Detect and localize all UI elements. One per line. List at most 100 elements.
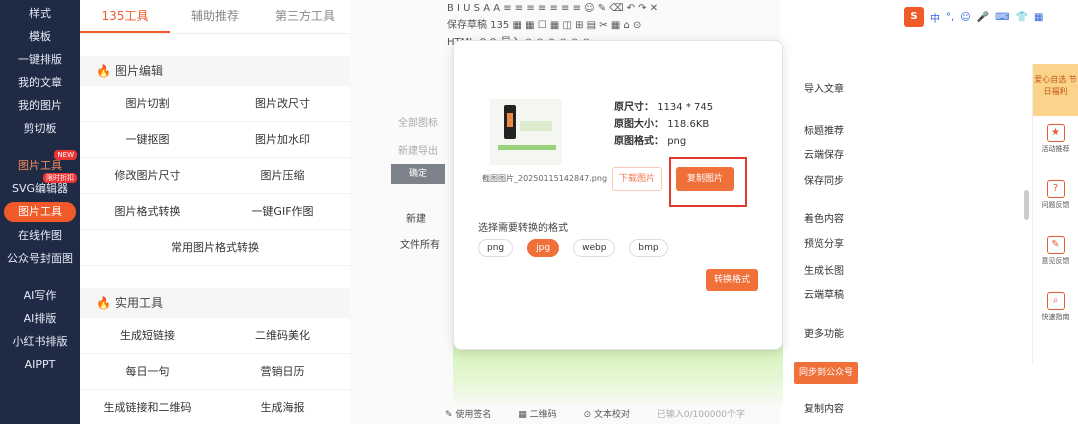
tool-common-convert[interactable]: 常用图片格式转换 <box>80 230 350 266</box>
tool-daily-quote[interactable]: 每日一句 <box>80 354 215 390</box>
sidebar-item-ai-writing[interactable]: AI写作 <box>0 284 80 307</box>
tool-gif[interactable]: 一键GIF作图 <box>215 194 350 230</box>
float-guide[interactable]: ⌕ 快速指南 <box>1033 284 1078 340</box>
sync-wechat-button[interactable]: 同步到公众号 <box>794 362 858 384</box>
convert-format-button[interactable]: 转换格式 <box>706 269 758 291</box>
float-opinion[interactable]: ✎ 意见反馈 <box>1033 228 1078 284</box>
editor-statusbar: ✎ 使用签名 ▦ 二维码 ⊙ 文本校对 已输入0/100000个字 <box>445 406 785 424</box>
cloud-draft-link[interactable]: 云端草稿 <box>804 286 844 301</box>
floating-panel: 爱心自选 节日福利 ★ 活动推荐 ? 问题反馈 ✎ 意见反馈 ⌕ 快速指南 <box>1032 64 1078 364</box>
sidebar-item-style[interactable]: 样式 <box>0 2 80 25</box>
search-icon: ⌕ <box>1046 292 1065 310</box>
highlight-box <box>669 157 747 207</box>
ime-voice-icon[interactable]: 🎤 <box>977 12 989 23</box>
new-badge: NEW <box>54 150 77 160</box>
ime-emoji-icon[interactable]: ☺ <box>960 12 970 23</box>
sidebar-item-my-articles[interactable]: 我的文章 <box>0 71 80 94</box>
ime-chinese-icon[interactable]: 中 <box>930 10 940 25</box>
side-label-files: 文件所有 <box>400 240 440 251</box>
tool-poster[interactable]: 生成海报 <box>215 390 350 424</box>
save-sync-link[interactable]: 保存同步 <box>804 172 844 187</box>
image-thumbnail <box>490 99 562 165</box>
original-format: png <box>667 136 687 147</box>
long-image-link[interactable]: 生成长图 <box>804 262 844 277</box>
sogou-logo-icon[interactable]: S <box>904 7 924 27</box>
format-option-png[interactable]: png <box>478 239 514 257</box>
tool-marketing-calendar[interactable]: 营销日历 <box>215 354 350 390</box>
sidebar-item-xiaohongshu[interactable]: 小红书排版 <box>0 330 80 353</box>
sidebar-item-template[interactable]: 模板 <box>0 25 80 48</box>
tool-link-qr[interactable]: 生成链接和二维码 <box>80 390 215 424</box>
tool-short-link[interactable]: 生成短链接 <box>80 318 215 354</box>
side-label-new: 新建 <box>406 214 426 225</box>
confirm-button[interactable]: 确定 <box>391 164 445 184</box>
toolbar-row-insert[interactable]: 保存草稿 135 ▦ ▦ ☐ ▦ ◫ ⊞ ▤ ✂ ▦ ⌂ ⊙ <box>445 17 780 34</box>
tool-qr-beautify[interactable]: 二维码美化 <box>215 318 350 354</box>
char-count: 已输入0/100000个字 <box>656 410 745 420</box>
ime-menu-icon[interactable]: ▦ <box>1034 12 1043 23</box>
float-activity[interactable]: ★ 活动推荐 <box>1033 116 1078 172</box>
faint-label: 全部图标 <box>398 118 438 129</box>
sidebar-item-label: SVG编辑器 <box>11 182 69 195</box>
title-recommend-link[interactable]: 标题推荐 <box>804 122 844 137</box>
signature-link[interactable]: ✎ 使用签名 <box>445 410 503 420</box>
right-actions: 导入文章 标题推荐 云端保存 保存同步 着色内容 预览分享 生成长图 云端草稿 … <box>790 60 1040 424</box>
copy-content-link[interactable]: 复制内容 <box>804 400 844 415</box>
image-filename: 截图图片_20250115142847.png <box>482 174 608 183</box>
tool-format-convert[interactable]: 图片格式转换 <box>80 194 215 230</box>
original-size: 1134 * 745 <box>657 102 714 113</box>
sidebar-item-label: 图片工具 <box>18 159 62 172</box>
tool-modify-size[interactable]: 修改图片尺寸 <box>80 158 215 194</box>
scrollbar-handle[interactable] <box>1024 190 1029 220</box>
preview-share-link[interactable]: 预览分享 <box>804 235 844 250</box>
section-title-practical: 🔥 实用工具 <box>80 288 350 318</box>
ime-skin-icon[interactable]: 👕 <box>1016 12 1028 23</box>
opinion-icon: ✎ <box>1046 236 1065 254</box>
tool-compress[interactable]: 图片压缩 <box>215 158 350 194</box>
sidebar-item-clipboard[interactable]: 剪切板 <box>0 117 80 140</box>
proofread-link[interactable]: ⊙ 文本校对 <box>584 410 642 420</box>
tool-image-resize[interactable]: 图片改尺寸 <box>215 86 350 122</box>
format-option-webp[interactable]: webp <box>573 239 616 257</box>
ime-punctuation-icon[interactable]: °, <box>946 12 954 23</box>
more-functions-link[interactable]: 更多功能 <box>804 325 844 340</box>
section-title-image: 🔥 图片编辑 <box>80 56 350 86</box>
tab-third-party[interactable]: 第三方工具 <box>260 0 350 33</box>
image-tools-grid: 图片切割 图片改尺寸 一键抠图 图片加水印 修改图片尺寸 图片压缩 图片格式转换… <box>80 86 350 266</box>
download-image-button[interactable]: 下载图片 <box>612 167 662 191</box>
toolbar-row-format[interactable]: B I U S A A ≡ ≡ ≡ ≡ ≡ ≡ ≡ ☺ ✎ ⌫ ↶ ↷ ✕ <box>445 0 780 17</box>
left-sidebar: 样式 模板 一键排版 我的文章 我的图片 剪切板 图片工具 NEW SVG编辑器… <box>0 0 80 424</box>
tool-remove-bg[interactable]: 一键抠图 <box>80 122 215 158</box>
sidebar-item-image-tools[interactable]: 图片工具 <box>4 202 76 222</box>
format-options: png jpg webp bmp <box>478 239 668 257</box>
sidebar-item-svg-editor[interactable]: SVG编辑器 限时折扣 <box>0 173 80 200</box>
sidebar-item-online-drawing[interactable]: 在线作图 <box>0 224 80 247</box>
cloud-save-link[interactable]: 云端保存 <box>804 146 844 161</box>
sidebar-item-cover-image[interactable]: 公众号封面图 <box>0 247 80 270</box>
tools-panel: 135工具 辅助推荐 第三方工具 🔥 图片编辑 图片切割 图片改尺寸 一键抠图 图… <box>80 0 350 424</box>
promo-banner[interactable]: 爱心自选 节日福利 <box>1033 64 1078 116</box>
format-option-bmp[interactable]: bmp <box>629 239 668 257</box>
sidebar-item-my-images[interactable]: 我的图片 <box>0 94 80 117</box>
image-info: 原尺寸： 1134 * 745 原图大小： 118.6KB 原图格式： png <box>614 102 714 147</box>
float-feedback[interactable]: ? 问题反馈 <box>1033 172 1078 228</box>
tool-image-cut[interactable]: 图片切割 <box>80 86 215 122</box>
discount-badge: 限时折扣 <box>43 173 77 183</box>
choose-format-label: 选择需要转换的格式 <box>478 223 568 234</box>
import-article-link[interactable]: 导入文章 <box>804 80 844 95</box>
sidebar-item-ai-layout[interactable]: AI排版 <box>0 307 80 330</box>
tools-tabs: 135工具 辅助推荐 第三方工具 <box>80 0 350 34</box>
ime-keyboard-icon[interactable]: ⌨ <box>995 12 1009 23</box>
format-convert-dialog: 截图图片_20250115142847.png 原尺寸： 1134 * 745 … <box>453 40 783 350</box>
sidebar-item-aippt[interactable]: AIPPT <box>0 353 80 376</box>
qrcode-link[interactable]: ▦ 二维码 <box>518 410 568 420</box>
tab-135-tools[interactable]: 135工具 <box>80 0 170 33</box>
original-filesize: 118.6KB <box>667 119 710 130</box>
activity-icon: ★ <box>1046 124 1065 142</box>
color-content-link[interactable]: 着色内容 <box>804 210 844 225</box>
format-option-jpg[interactable]: jpg <box>527 239 560 257</box>
flame-icon: 🔥 <box>96 64 111 78</box>
tab-recommended[interactable]: 辅助推荐 <box>170 0 260 33</box>
tool-watermark[interactable]: 图片加水印 <box>215 122 350 158</box>
sidebar-item-one-click-layout[interactable]: 一键排版 <box>0 48 80 71</box>
